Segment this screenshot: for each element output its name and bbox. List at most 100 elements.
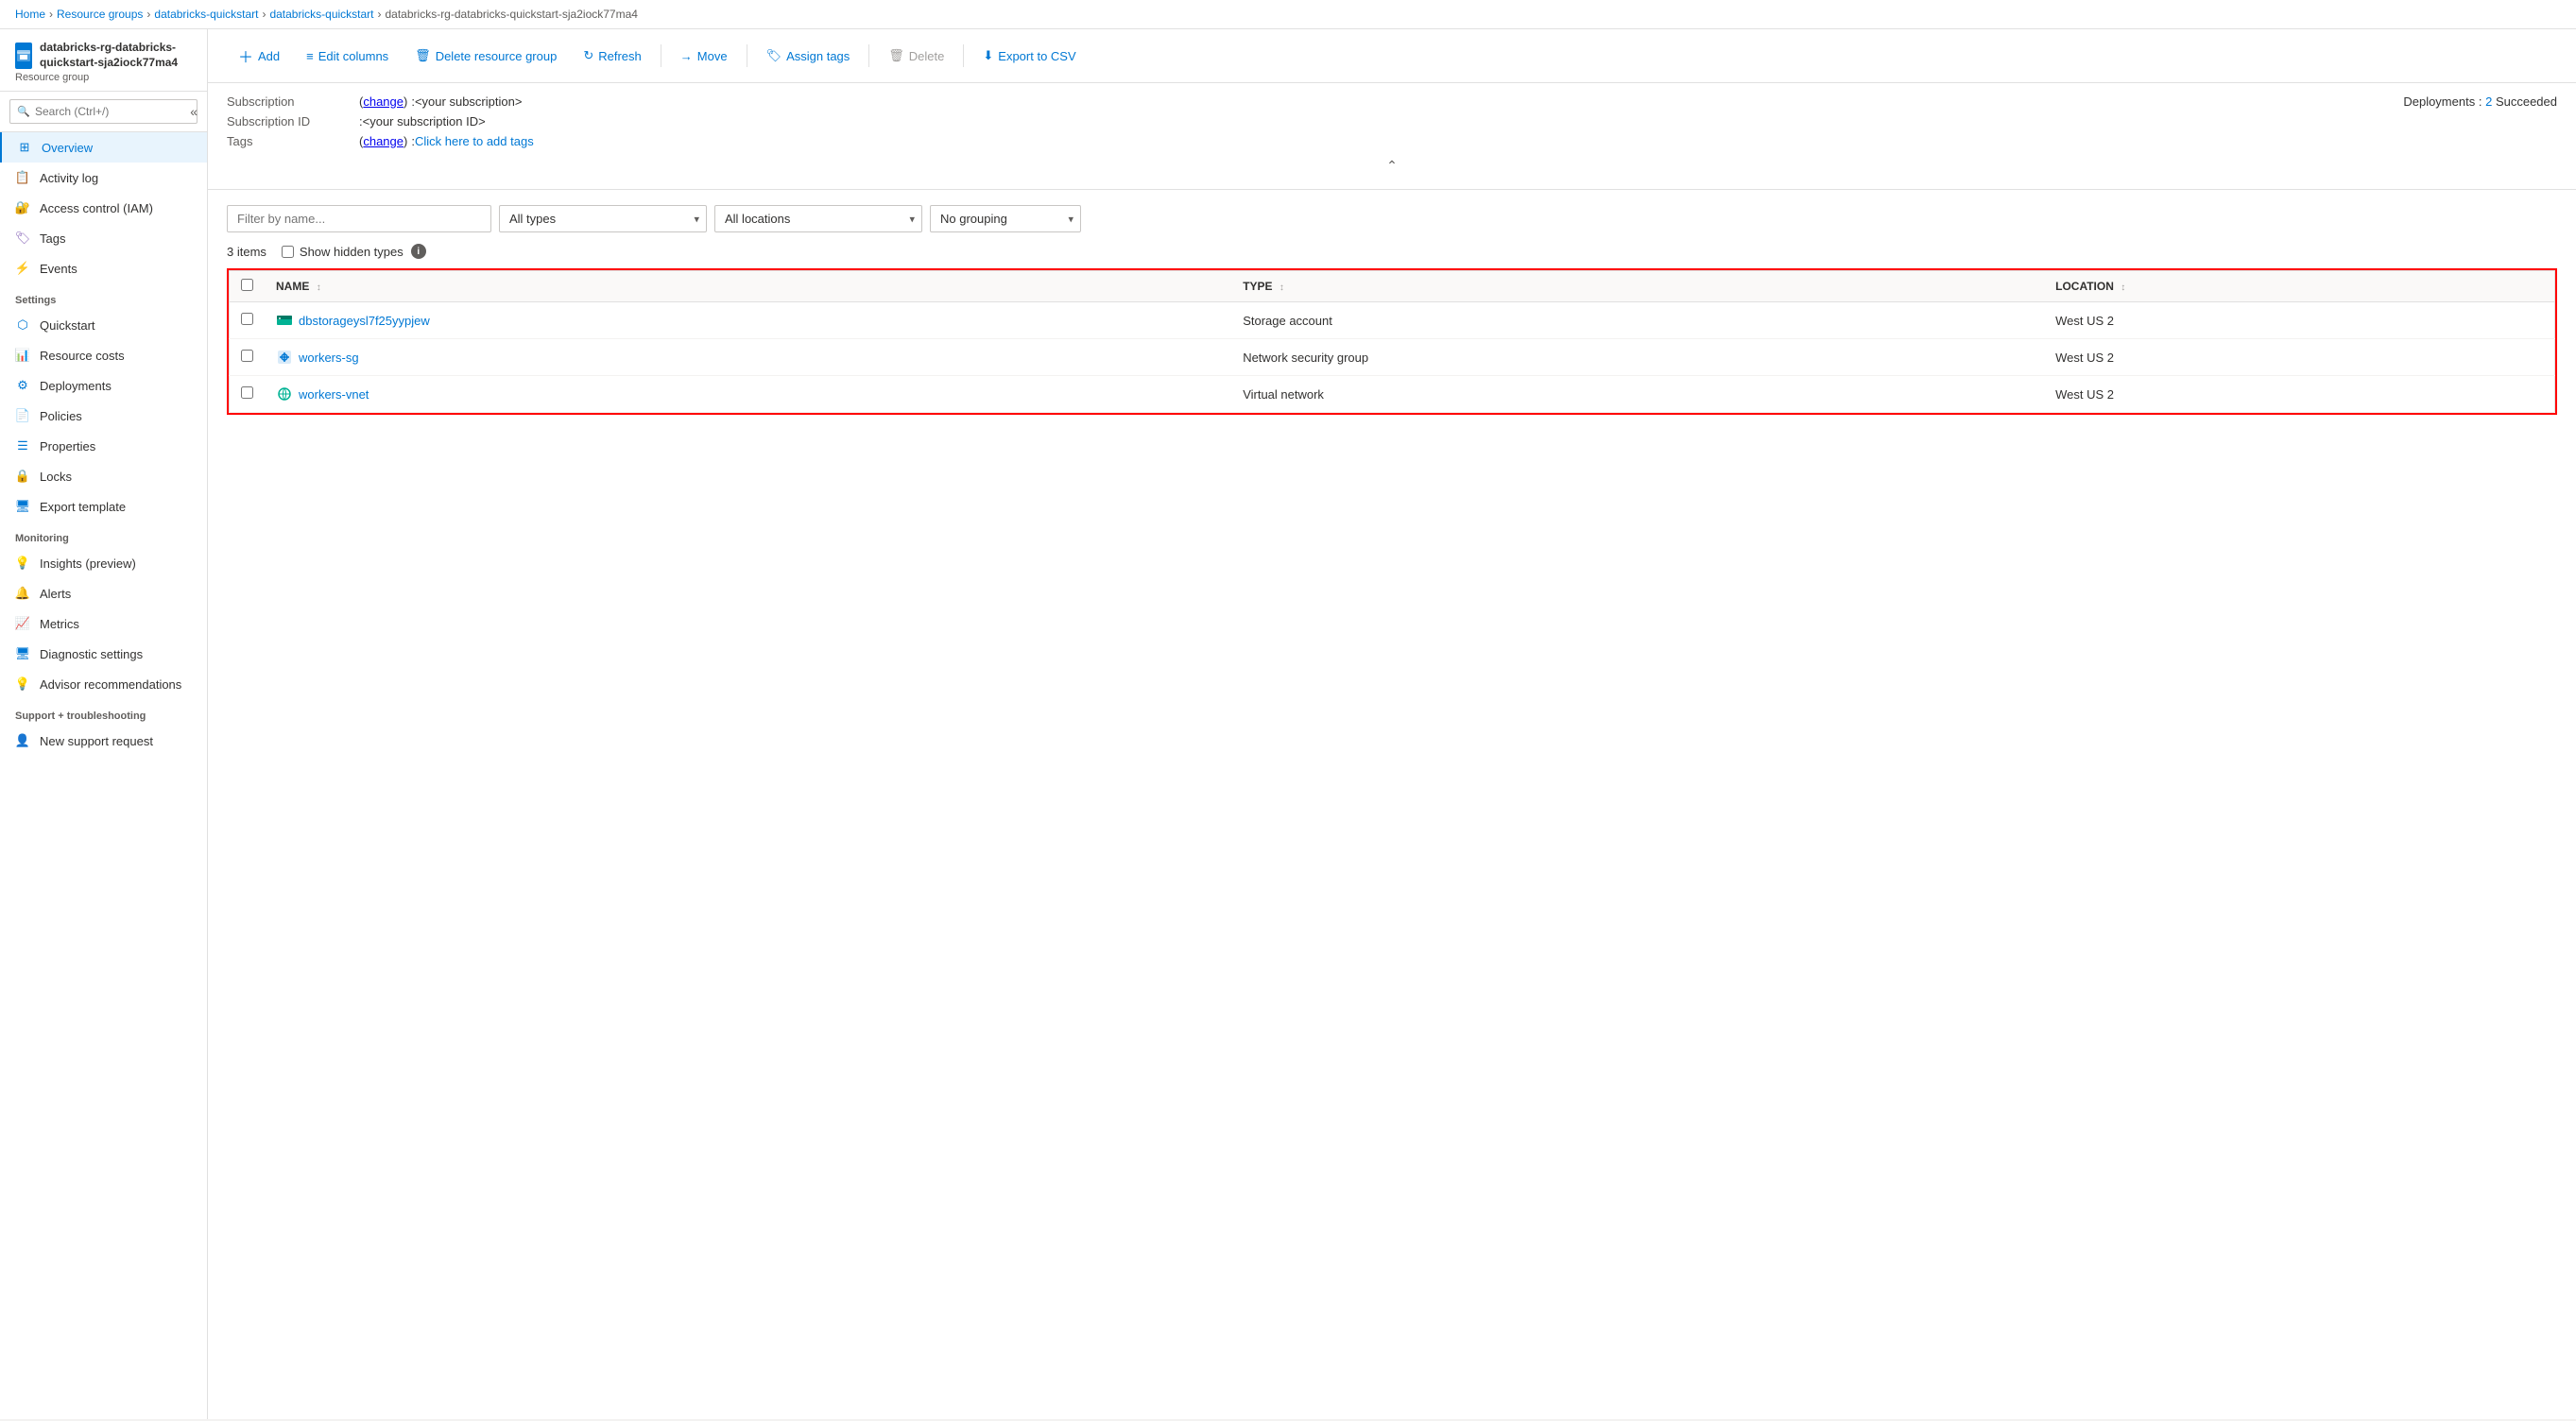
row-name-link-2[interactable]: workers-vnet xyxy=(299,387,369,402)
quickstart-icon: ⬡ xyxy=(15,317,30,333)
activity-log-icon: 📋 xyxy=(15,170,30,185)
locations-select[interactable]: All locations xyxy=(714,205,922,232)
sidebar-item-properties[interactable]: ☰ Properties xyxy=(0,431,207,461)
sidebar-item-overview[interactable]: ⊞ Overview xyxy=(0,132,207,163)
export-template-icon: 🖥 xyxy=(15,499,30,514)
deployments-info: Deployments : 2 Succeeded xyxy=(2403,94,2557,109)
grouping-select[interactable]: No grouping xyxy=(930,205,1081,232)
breadcrumb-databricks-quickstart-2[interactable]: databricks-quickstart xyxy=(269,8,373,21)
policies-icon: 📄 xyxy=(15,408,30,423)
filter-by-name-input[interactable] xyxy=(227,205,491,232)
location-column-header[interactable]: LOCATION ↕ xyxy=(2044,271,2554,302)
sidebar-item-quickstart[interactable]: ⬡ Quickstart xyxy=(0,310,207,340)
tags-change-link: (change) xyxy=(359,134,407,148)
items-count: 3 items xyxy=(227,245,266,259)
sidebar-item-policies-label: Policies xyxy=(40,409,82,423)
filter-row: All types All locations No grouping xyxy=(227,205,2557,232)
sidebar-item-export-template[interactable]: 🖥 Export template xyxy=(0,491,207,522)
sidebar-item-metrics[interactable]: 📈 Metrics xyxy=(0,608,207,639)
show-hidden-label[interactable]: Show hidden types i xyxy=(282,244,426,259)
select-all-checkbox[interactable] xyxy=(241,279,253,291)
refresh-button[interactable]: ↻ Refresh xyxy=(572,43,652,69)
sidebar-item-alerts[interactable]: 🔔 Alerts xyxy=(0,578,207,608)
deployments-icon: ⚙ xyxy=(15,378,30,393)
toolbar-divider-3 xyxy=(868,44,869,67)
export-csv-button[interactable]: ⬇ Export to CSV xyxy=(971,43,1087,69)
resource-costs-icon: 📊 xyxy=(15,348,30,363)
sidebar-item-export-template-label: Export template xyxy=(40,500,126,514)
sidebar-item-policies[interactable]: 📄 Policies xyxy=(0,401,207,431)
tags-add-link[interactable]: Click here to add tags xyxy=(415,134,534,148)
show-hidden-checkbox[interactable] xyxy=(282,246,294,258)
subscription-value: <your subscription> xyxy=(415,94,522,109)
sidebar-item-access-control[interactable]: 🔐 Access control (IAM) xyxy=(0,193,207,223)
delete-button[interactable]: 🗑 Delete xyxy=(877,43,955,69)
name-column-header[interactable]: NAME ↕ xyxy=(265,271,1231,302)
sidebar-header: databricks-rg-databricks-quickstart-sja2… xyxy=(0,29,207,92)
delete-icon: 🗑 xyxy=(888,48,904,63)
sidebar-item-resource-costs[interactable]: 📊 Resource costs xyxy=(0,340,207,370)
add-icon: ＋ xyxy=(238,44,253,67)
sidebar-item-locks[interactable]: 🔒 Locks xyxy=(0,461,207,491)
sidebar-item-deployments-label: Deployments xyxy=(40,379,112,393)
assign-tags-button[interactable]: 🏷 Assign tags xyxy=(755,43,862,69)
sidebar-item-new-support-request[interactable]: 👤 New support request xyxy=(0,726,207,756)
sidebar-search-container: 🔍 « xyxy=(0,92,207,132)
breadcrumb-databricks-quickstart-1[interactable]: databricks-quickstart xyxy=(154,8,258,21)
subscription-change-link: (change) xyxy=(359,94,407,109)
collapse-icon[interactable]: « xyxy=(190,104,197,119)
breadcrumb-home[interactable]: Home xyxy=(15,8,45,21)
search-icon: 🔍 xyxy=(17,106,30,118)
sidebar-item-activity-log[interactable]: 📋 Activity log xyxy=(0,163,207,193)
row-name-link-0[interactable]: dbstorageysl7f25yypjew xyxy=(299,314,430,328)
sidebar-item-advisor-recommendations[interactable]: 💡 Advisor recommendations xyxy=(0,669,207,699)
sidebar-item-diagnostic-settings-label: Diagnostic settings xyxy=(40,647,143,661)
sidebar-item-access-control-label: Access control (IAM) xyxy=(40,201,153,215)
search-input[interactable] xyxy=(9,99,197,124)
deployments-count[interactable]: 2 xyxy=(2485,94,2492,109)
sidebar-item-activity-log-label: Activity log xyxy=(40,171,98,185)
show-hidden-text: Show hidden types xyxy=(300,245,404,259)
metrics-icon: 📈 xyxy=(15,616,30,631)
deployments-label: Deployments xyxy=(2403,94,2475,109)
table-header-row: NAME ↕ TYPE ↕ LOCATION ↕ xyxy=(230,271,2555,302)
resource-group-icon xyxy=(15,43,32,69)
assign-tags-icon: 🏷 xyxy=(766,48,782,63)
type-column-header[interactable]: TYPE ↕ xyxy=(1231,271,2044,302)
move-button[interactable]: → Move xyxy=(669,43,739,69)
sidebar-item-diagnostic-settings[interactable]: 🖥 Diagnostic settings xyxy=(0,639,207,669)
items-row: 3 items Show hidden types i xyxy=(227,244,2557,259)
sidebar-item-overview-label: Overview xyxy=(42,141,93,155)
breadcrumb-current: databricks-rg-databricks-quickstart-sja2… xyxy=(386,8,638,21)
overview-icon: ⊞ xyxy=(17,140,32,155)
sidebar: databricks-rg-databricks-quickstart-sja2… xyxy=(0,29,208,1419)
edit-columns-icon: ≡ xyxy=(306,49,314,63)
sidebar-item-deployments[interactable]: ⚙ Deployments xyxy=(0,370,207,401)
sidebar-rg-subtitle: Resource group xyxy=(15,72,192,83)
row-checkbox-0[interactable] xyxy=(241,313,253,325)
sidebar-item-tags[interactable]: 🏷 Tags xyxy=(0,223,207,253)
row-checkbox-2[interactable] xyxy=(241,386,253,399)
sidebar-item-insights[interactable]: 💡 Insights (preview) xyxy=(0,548,207,578)
insights-icon: 💡 xyxy=(15,556,30,571)
row-name-cell-2: workers-vnet xyxy=(265,376,1231,413)
row-name-link-1[interactable]: workers-sg xyxy=(299,351,359,365)
edit-columns-button[interactable]: ≡ Edit columns xyxy=(295,43,400,69)
subscription-id-value: <your subscription ID> xyxy=(363,114,486,128)
row-checkbox-cell-1 xyxy=(230,339,266,376)
tags-icon: 🏷 xyxy=(15,231,30,246)
location-sort-icon: ↕ xyxy=(2121,282,2125,293)
breadcrumb-resource-groups[interactable]: Resource groups xyxy=(57,8,143,21)
resource-table: NAME ↕ TYPE ↕ LOCATION ↕ xyxy=(229,270,2555,413)
monitoring-section-title: Monitoring xyxy=(0,522,207,548)
sidebar-item-insights-label: Insights (preview) xyxy=(40,556,136,571)
table-row: workers-sg Network security group West U… xyxy=(230,339,2555,376)
collapse-arrow[interactable]: ⌃ xyxy=(227,154,2557,178)
row-checkbox-1[interactable] xyxy=(241,350,253,362)
sidebar-item-events[interactable]: ⚡ Events xyxy=(0,253,207,283)
info-section: Subscription (change) : <your subscripti… xyxy=(208,83,2576,190)
add-button[interactable]: ＋ Add xyxy=(227,39,291,73)
delete-resource-group-button[interactable]: 🗑 Delete resource group xyxy=(404,43,568,69)
subscription-label: Subscription xyxy=(227,94,359,109)
types-select[interactable]: All types xyxy=(499,205,707,232)
